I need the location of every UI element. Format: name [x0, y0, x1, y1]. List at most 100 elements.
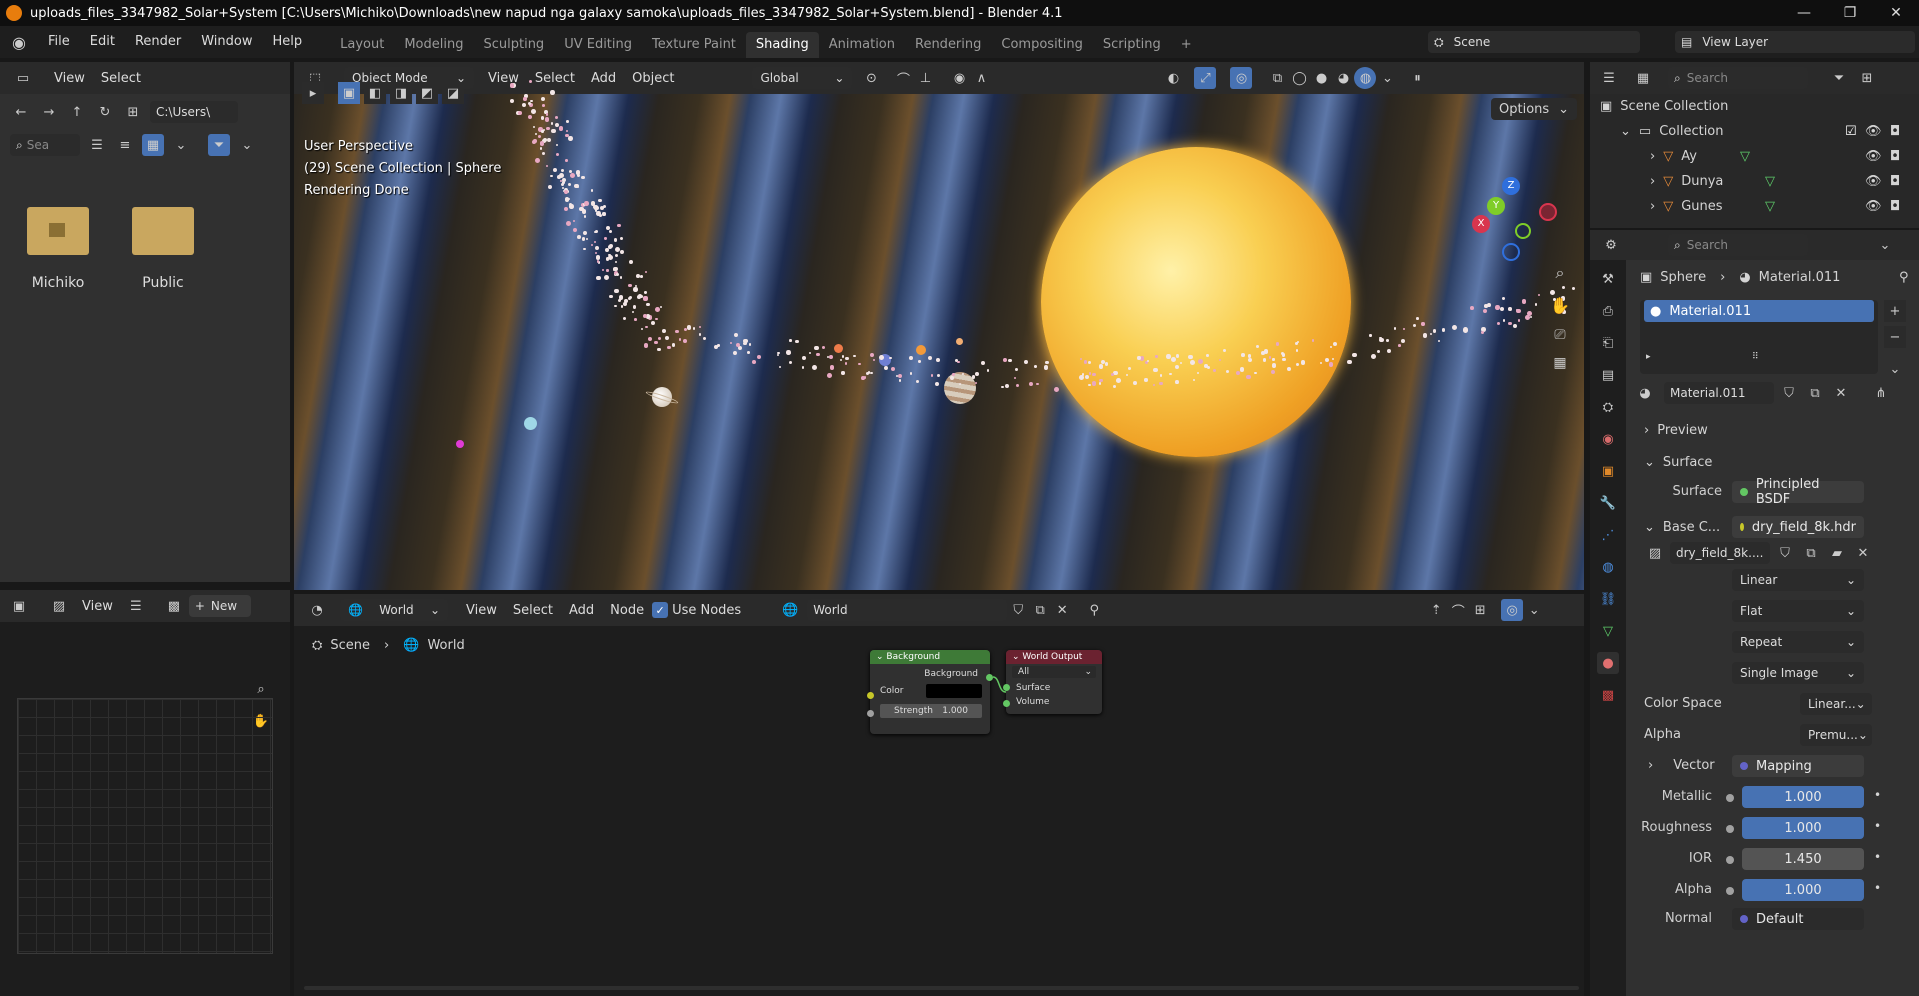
editor-type-icon[interactable]: ☰	[1598, 67, 1620, 89]
modifier-tab-icon[interactable]: 🔧	[1597, 492, 1619, 514]
filter-icon[interactable]: ⏷	[1828, 67, 1850, 89]
tab-rendering[interactable]: Rendering	[905, 32, 991, 58]
image-menu-view[interactable]: View	[74, 599, 121, 614]
uv-grid[interactable]	[17, 698, 273, 954]
tool-tab-icon[interactable]: ⚒	[1597, 268, 1619, 290]
unlink-icon[interactable]: ✕	[1852, 542, 1874, 564]
snap-target-icon[interactable]: ⊥	[914, 67, 936, 89]
duplicate-icon[interactable]: ⧉	[1804, 382, 1826, 404]
close-button[interactable]: ✕	[1873, 0, 1919, 26]
neg-z-axis-icon[interactable]	[1502, 243, 1520, 261]
base-color-texture-field[interactable]: dry_field_8k.hdr	[1732, 516, 1864, 538]
image-browse-icon[interactable]: ▨	[1644, 542, 1666, 564]
blender-menu-icon[interactable]: ◉	[8, 31, 30, 53]
render-tab-icon[interactable]: ⎙	[1597, 300, 1619, 322]
zoom-icon[interactable]: ⌕	[250, 678, 272, 700]
new-folder-icon[interactable]: ⊞	[122, 101, 144, 123]
eye-icon[interactable]: 👁	[1865, 119, 1882, 144]
menu-icon[interactable]: ☰	[125, 595, 147, 617]
material-shading-icon[interactable]: ◕	[1332, 67, 1354, 89]
properties-search-input[interactable]: ⌕ Search	[1668, 234, 1808, 256]
constraints-tab-icon[interactable]: ⛓	[1597, 588, 1619, 610]
maximize-button[interactable]: ❐	[1827, 0, 1873, 26]
file-menu-view[interactable]: View	[46, 71, 93, 86]
alpha-socket-icon[interactable]	[1726, 887, 1734, 895]
fake-user-icon[interactable]: ⛉	[1778, 382, 1800, 404]
options-dropdown[interactable]: Options ⌄	[1491, 98, 1577, 120]
jupiter-planet[interactable]	[944, 372, 976, 404]
fake-user-icon[interactable]: ⛉	[1774, 542, 1796, 564]
proportional-edit-icon[interactable]: ◉	[948, 67, 970, 89]
unlink-icon[interactable]: ✕	[1830, 382, 1852, 404]
file-search-input[interactable]: ⌕ Sea	[10, 134, 80, 156]
extension-select[interactable]: Repeat ⌄	[1732, 631, 1864, 653]
output-tab-icon[interactable]: ⎗	[1597, 332, 1619, 354]
tab-animation[interactable]: Animation	[819, 32, 905, 58]
alpha-mode-select[interactable]: Premu... ⌄	[1800, 724, 1872, 746]
add-workspace-button[interactable]: +	[1171, 32, 1202, 58]
data-tab-icon[interactable]: ▽	[1597, 620, 1619, 642]
vector-row[interactable]: › Vector	[1648, 758, 1715, 773]
eye-icon[interactable]: 👁	[1865, 169, 1882, 194]
outliner-search-input[interactable]: ⌕ Search	[1668, 67, 1808, 89]
node-link-icon[interactable]: ⋔	[1870, 382, 1892, 404]
mars-planet[interactable]	[834, 344, 843, 353]
image-browse-icon[interactable]: ▩	[163, 595, 185, 617]
refresh-icon[interactable]: ↻	[94, 101, 116, 123]
view-layer-tab-icon[interactable]: ▤	[1597, 364, 1619, 386]
surface-shader-field[interactable]: Principled BSDF	[1732, 477, 1864, 507]
duplicate-icon[interactable]: ⧉	[1800, 542, 1822, 564]
tab-uv-editing[interactable]: UV Editing	[554, 32, 642, 58]
viewport-menu-object[interactable]: Object	[624, 71, 682, 86]
exclude-checkbox[interactable]: ☑	[1845, 119, 1857, 144]
menu-window[interactable]: Window	[191, 26, 262, 58]
zoom-icon[interactable]: ⌕	[1549, 262, 1571, 284]
camera-icon[interactable]: ◘	[1890, 144, 1900, 169]
normal-field[interactable]: Default	[1732, 908, 1864, 930]
keyframe-dot-icon[interactable]: •	[1874, 881, 1881, 895]
forward-icon[interactable]: →	[38, 101, 60, 123]
color-space-select[interactable]: Linear... ⌄	[1800, 693, 1872, 715]
keyframe-dot-icon[interactable]: •	[1874, 788, 1881, 802]
material-name-field[interactable]: Material.011	[1664, 382, 1774, 404]
select-extend-icon[interactable]: ◧	[364, 82, 386, 104]
folder-item[interactable]: Michiko	[22, 207, 94, 291]
falloff-icon[interactable]: ∧	[970, 67, 992, 89]
interpolation-select[interactable]: Linear ⌄	[1732, 569, 1864, 591]
tab-scripting[interactable]: Scripting	[1093, 32, 1171, 58]
texture-tab-icon[interactable]: ▩	[1597, 684, 1619, 706]
filter-dropdown-icon[interactable]: ⌄	[236, 134, 258, 156]
base-color-row[interactable]: ⌄ Base C...	[1644, 520, 1720, 535]
menu-edit[interactable]: Edit	[80, 26, 125, 58]
material-browse-icon[interactable]: ◕	[1634, 382, 1656, 404]
select-new-icon[interactable]: ▣	[338, 82, 360, 104]
file-menu-select[interactable]: Select	[93, 71, 149, 86]
tab-modeling[interactable]: Modeling	[394, 32, 473, 58]
neg-y-axis-icon[interactable]	[1515, 223, 1531, 239]
folder-item[interactable]: Public	[127, 207, 199, 291]
particles-tab-icon[interactable]: ⋰	[1597, 524, 1619, 546]
object-tab-icon[interactable]: ▣	[1597, 460, 1619, 482]
pause-icon[interactable]: ⏸	[1406, 67, 1428, 89]
roughness-socket-icon[interactable]	[1726, 825, 1734, 833]
chevron-down-icon[interactable]: ⌄	[1874, 234, 1896, 256]
keyframe-dot-icon[interactable]: •	[1874, 819, 1881, 833]
filter-icon[interactable]: ⏷	[208, 134, 230, 156]
gizmo-icon[interactable]: ⤢	[1194, 67, 1217, 89]
eye-icon[interactable]: 👁	[1865, 194, 1882, 219]
camera-icon[interactable]: ◘	[1890, 119, 1900, 144]
solid-shading-icon[interactable]: ●	[1310, 67, 1332, 89]
open-folder-icon[interactable]: ▰	[1826, 542, 1848, 564]
magenta-planet[interactable]	[456, 440, 464, 448]
metallic-socket-icon[interactable]	[1726, 794, 1734, 802]
tab-compositing[interactable]: Compositing	[991, 32, 1093, 58]
x-axis-icon[interactable]: X	[1472, 215, 1490, 233]
surface-panel-header[interactable]: ⌄ Surface	[1634, 450, 1919, 474]
uranus-planet[interactable]	[524, 417, 537, 430]
outliner-row-scene-collection[interactable]: ▣ Scene Collection	[1590, 94, 1919, 119]
expand-icon[interactable]: ▸	[1646, 352, 1651, 362]
add-slot-icon[interactable]: +	[1884, 300, 1906, 322]
snap-icon[interactable]: ⌒	[892, 67, 914, 89]
material-slot[interactable]: ● Material.011	[1644, 300, 1874, 322]
select-tool-icon[interactable]: ▸	[302, 82, 324, 104]
